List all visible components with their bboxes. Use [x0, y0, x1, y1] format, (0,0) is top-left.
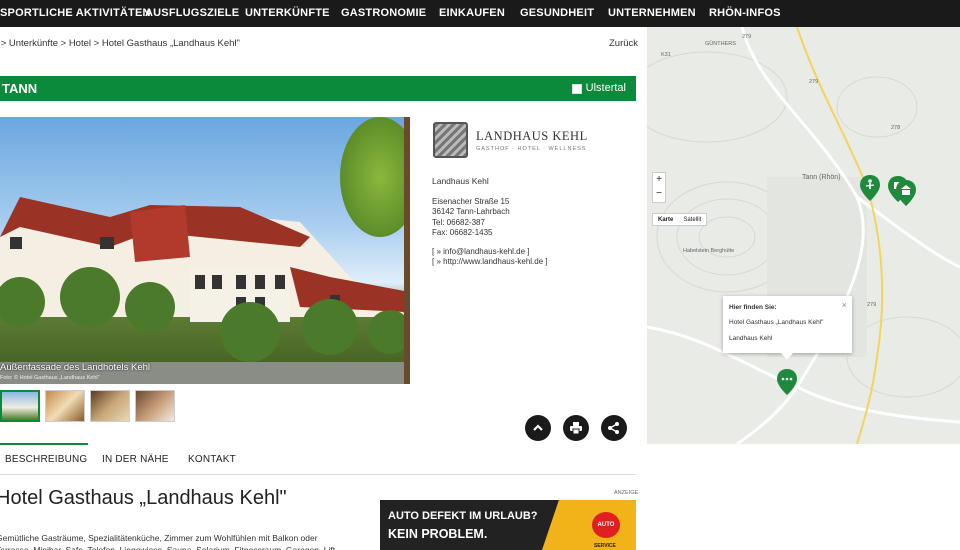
logo-emblem-icon — [433, 122, 468, 158]
tab-kontakt[interactable]: KONTAKT — [188, 443, 236, 475]
location-bar: TANN Ulstertal — [0, 76, 636, 101]
region-toggle[interactable]: Ulstertal — [571, 76, 626, 101]
share-button[interactable] — [601, 415, 627, 441]
action-buttons — [525, 415, 627, 441]
contact-title: Landhaus Kehl — [432, 176, 489, 186]
info-title: Hier finden Sie: — [729, 304, 777, 311]
nav-item-einkaufen[interactable]: EINKAUFEN — [439, 0, 505, 27]
map-terrain — [647, 27, 960, 444]
ad-headline: AUTO DEFEKT IM URLAUB? — [388, 510, 538, 522]
hotel-marker-icon[interactable] — [777, 369, 797, 395]
tab-in-der-naehe[interactable]: IN DER NÄHE — [102, 443, 169, 475]
thumbnail-2[interactable] — [45, 390, 85, 422]
nav-item-unterkuenfte[interactable]: UNTERKÜNFTE — [245, 0, 330, 27]
main-navigation: SPORTLICHE AKTIVITÄTEN AUSFLUGSZIELE UNT… — [0, 0, 960, 27]
share-icon — [608, 422, 619, 434]
map-label-tann: Tann (Rhön) — [802, 174, 841, 181]
chevron-up-icon — [533, 424, 543, 431]
print-button[interactable] — [563, 415, 589, 441]
hiking-marker-icon[interactable] — [860, 175, 880, 201]
info-short-name: Landhaus Kehl — [729, 335, 773, 342]
map-type-satellite[interactable]: Satellit — [678, 214, 706, 225]
location-name: TANN — [2, 81, 38, 96]
scroll-up-button[interactable] — [525, 415, 551, 441]
contact-phone: Tel: 06682-387 — [432, 217, 485, 227]
thumbnail-4[interactable] — [135, 390, 175, 422]
advertisement-banner[interactable]: AUTO DEFEKT IM URLAUB? KEIN PROBLEM. AUT… — [380, 500, 636, 550]
map-label-road-3: 279 — [809, 79, 819, 85]
logo-name: LANDHAUS KEHL — [476, 128, 588, 143]
nav-item-gesundheit[interactable]: GESUNDHEIT — [520, 0, 594, 27]
back-link[interactable]: Zurück — [609, 38, 638, 49]
thumbnail-3[interactable] — [90, 390, 130, 422]
nav-item-sport[interactable]: SPORTLICHE AKTIVITÄTEN — [0, 0, 151, 27]
ad-yellow-panel — [542, 500, 636, 550]
ad-subline: KEIN PROBLEM. — [388, 527, 488, 541]
description-text: Gemütliche Gasträume, Spezialitätenküche… — [0, 533, 336, 550]
close-icon[interactable]: × — [842, 300, 847, 310]
contact-fax: Fax: 06682-1435 — [432, 228, 493, 237]
region-toggle-label: Ulstertal — [585, 82, 626, 94]
ad-label: ANZEIGE — [614, 490, 639, 496]
nav-item-rhoen-infos[interactable]: RHÖN-INFOS — [709, 0, 781, 27]
tab-beschreibung[interactable]: BESCHREIBUNG — [0, 443, 88, 475]
map-label-habelstein: Habelstein Berghütte — [683, 248, 735, 254]
contact-street: Eisenacher Straße 15 — [432, 196, 510, 206]
map-label-guenthers: GÜNTHERS — [705, 41, 736, 47]
logo-subtitle: GASTHOF · HOTEL · WELLNESS — [476, 145, 587, 152]
zoom-in-button[interactable]: + — [653, 173, 665, 187]
zoom-out-button[interactable]: − — [653, 187, 665, 201]
map-type-map[interactable]: Karte — [653, 214, 678, 225]
info-hotel-name: Hotel Gasthaus „Landhaus Kehl" — [729, 319, 824, 326]
contact-email-link[interactable]: [ » info@landhaus-kehl.de ] — [432, 247, 530, 256]
nav-item-unternehmen[interactable]: UNTERNEHMEN — [608, 0, 696, 27]
ad-badge-icon: AUTO — [592, 512, 620, 538]
hotel-building-illustration — [0, 197, 410, 362]
map-label-road-2: 278 — [891, 125, 901, 131]
hotel-photo[interactable]: Außenfassade des Landhotels Kehl Foto: ©… — [0, 117, 410, 384]
ad-service-label: SERVICE — [594, 543, 616, 549]
zoom-control: + − — [652, 172, 666, 203]
detail-tabs: BESCHREIBUNG IN DER NÄHE KONTAKT — [0, 443, 636, 475]
printer-icon — [570, 422, 582, 435]
checkbox-icon[interactable] — [571, 83, 582, 94]
breadcrumb[interactable]: Start > Unterkünfte > Hotel > Hotel Gast… — [0, 38, 240, 49]
nav-item-gastronomie[interactable]: GASTRONOMIE — [341, 0, 426, 27]
thumbnail-strip — [0, 390, 175, 422]
thumbnail-1[interactable] — [0, 390, 40, 422]
map-label-road-4: 279 — [867, 302, 877, 308]
contact-web-link[interactable]: [ » http://www.landhaus-kehl.de ] — [432, 257, 548, 266]
frame-edge — [404, 117, 410, 384]
photo-credit: Foto: © Hotel Gasthaus „Landhaus Kehl" — [0, 375, 100, 381]
map-label-k31: K31 — [661, 52, 671, 58]
map-info-window: × Hier finden Sie: Hotel Gasthaus „Landh… — [723, 296, 852, 360]
hotel-logo: LANDHAUS KEHL GASTHOF · HOTEL · WELLNESS — [433, 122, 588, 158]
map-type-switch: Karte Satellit — [652, 213, 708, 226]
map-label-road-1: 279 — [742, 34, 752, 40]
location-map[interactable]: + − Karte Satellit GÜNTHERS Tann (Rhön) … — [647, 27, 960, 444]
page-title: Hotel Gasthaus „Landhaus Kehl" — [0, 487, 287, 509]
photo-caption: Außenfassade des Landhotels Kehl — [0, 362, 150, 373]
contact-block: Landhaus Kehl Eisenacher Straße 15 36142… — [432, 176, 548, 268]
nav-item-ausflugsziele[interactable]: AUSFLUGSZIELE — [145, 0, 239, 27]
museum-marker-icon[interactable] — [896, 180, 916, 206]
contact-city: 36142 Tann-Lahrbach — [432, 207, 510, 216]
